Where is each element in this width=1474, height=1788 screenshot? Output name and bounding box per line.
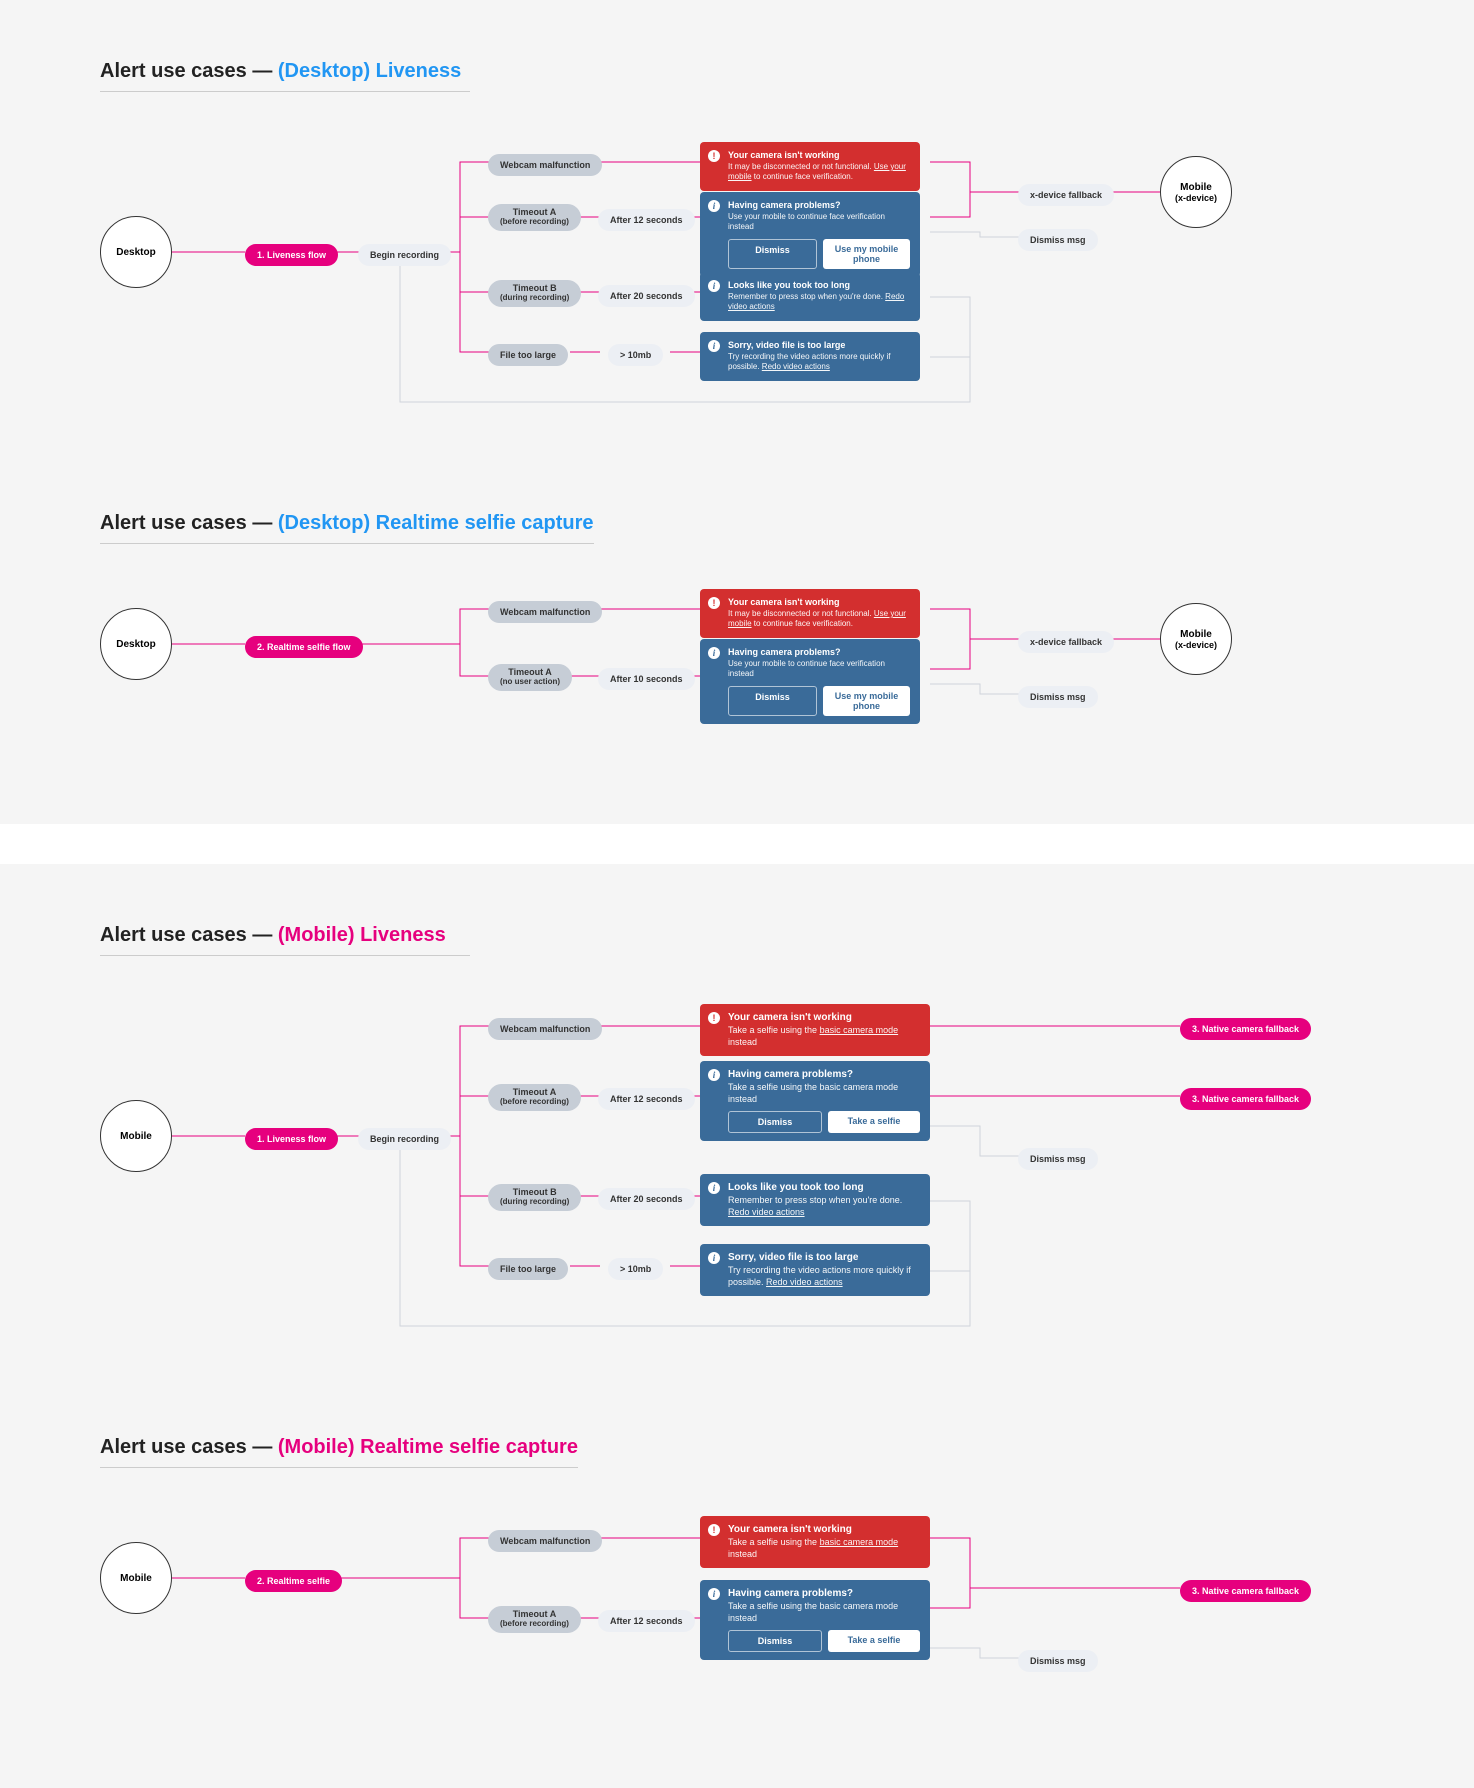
section-title: Alert use cases — (Desktop) Liveness <box>100 60 470 92</box>
node-timeout-a: Timeout A(before recording) <box>488 1084 581 1111</box>
alert-camera-not-working: Your camera isn't working Take a selfie … <box>700 1004 930 1056</box>
dismiss-button[interactable]: Dismiss <box>728 239 817 269</box>
use-mobile-button[interactable]: Use my mobile phone <box>823 239 910 269</box>
title-accent: (Mobile) Realtime selfie capture <box>278 1436 578 1458</box>
node-begin-recording: Begin recording <box>358 244 451 266</box>
title-accent: (Desktop) Realtime selfie capture <box>278 512 594 534</box>
section-title: Alert use cases — (Mobile) Liveness <box>100 924 470 956</box>
node-start-desktop: Desktop <box>100 216 172 288</box>
link-redo[interactable]: Redo video actions <box>728 1207 805 1217</box>
node-start-mobile: Mobile <box>100 1100 172 1172</box>
link-basic-camera[interactable]: basic camera mode <box>820 1025 899 1035</box>
section-title: Alert use cases — (Desktop) Realtime sel… <box>100 512 594 544</box>
node-dismiss-msg: Dismiss msg <box>1018 229 1098 251</box>
alert-camera-problems: Having camera problems? Take a selfie us… <box>700 1580 930 1660</box>
node-webcam-malfunction: Webcam malfunction <box>488 1530 602 1552</box>
alert-file-too-large: Sorry, video file is too large Try recor… <box>700 1244 930 1296</box>
alert-camera-not-working: Your camera isn't working It may be disc… <box>700 142 920 191</box>
node-start-desktop: Desktop <box>100 608 172 680</box>
title-accent: (Mobile) Liveness <box>278 924 446 946</box>
error-icon <box>708 597 720 609</box>
node-dismiss-msg: Dismiss msg <box>1018 1148 1098 1170</box>
error-icon <box>708 150 720 162</box>
info-icon <box>708 1069 720 1081</box>
node-end-mobile: Mobile(x-device) <box>1160 603 1232 675</box>
error-icon <box>708 1012 720 1024</box>
node-native-fallback: 3. Native camera fallback <box>1180 1018 1311 1040</box>
node-timeout-a: Timeout A(no user action) <box>488 664 572 691</box>
info-icon <box>708 1588 720 1600</box>
node-end-mobile: Mobile(x-device) <box>1160 156 1232 228</box>
node-xdevice-fallback: x-device fallback <box>1018 184 1114 206</box>
title-prefix: Alert use cases — <box>100 512 278 534</box>
node-flow: 1. Liveness flow <box>245 244 338 266</box>
node-flow: 2. Realtime selfie flow <box>245 636 363 658</box>
alert-took-too-long: Looks like you took too long Remember to… <box>700 272 920 321</box>
info-icon <box>708 200 720 212</box>
node-flow: 2. Realtime selfie <box>245 1570 342 1592</box>
title-prefix: Alert use cases — <box>100 1436 278 1458</box>
pill-timeout-b: After 20 seconds <box>598 285 695 307</box>
alert-camera-not-working: Your camera isn't working Take a selfie … <box>700 1516 930 1568</box>
node-flow: 1. Liveness flow <box>245 1128 338 1150</box>
node-webcam-malfunction: Webcam malfunction <box>488 601 602 623</box>
alert-took-too-long: Looks like you took too long Remember to… <box>700 1174 930 1226</box>
alert-camera-problems: Having camera problems? Use your mobile … <box>700 192 920 277</box>
alert-camera-problems: Having camera problems? Use your mobile … <box>700 639 920 724</box>
pill-timeout-a: After 12 seconds <box>598 1088 695 1110</box>
pill-file-size: > 10mb <box>608 1258 663 1280</box>
node-file-too-large: File too large <box>488 1258 568 1280</box>
use-mobile-button[interactable]: Use my mobile phone <box>823 686 910 716</box>
node-timeout-b: Timeout B(during recording) <box>488 1184 581 1211</box>
alert-camera-not-working: Your camera isn't working It may be disc… <box>700 589 920 638</box>
info-icon <box>708 647 720 659</box>
node-start-mobile: Mobile <box>100 1542 172 1614</box>
dismiss-button[interactable]: Dismiss <box>728 1111 822 1133</box>
flow-mobile-selfie: Mobile 2. Realtime selfie Webcam malfunc… <box>100 1508 1374 1708</box>
info-icon <box>708 1252 720 1264</box>
node-file-too-large: File too large <box>488 344 568 366</box>
pill-timeout-a: After 12 seconds <box>598 1610 695 1632</box>
info-icon <box>708 280 720 292</box>
dismiss-button[interactable]: Dismiss <box>728 686 817 716</box>
section-title: Alert use cases — (Mobile) Realtime self… <box>100 1436 578 1468</box>
info-icon <box>708 1182 720 1194</box>
title-accent: (Desktop) Liveness <box>278 60 461 82</box>
dismiss-button[interactable]: Dismiss <box>728 1630 822 1652</box>
alert-camera-problems: Having camera problems? Take a selfie us… <box>700 1061 930 1141</box>
node-xdevice-fallback: x-device fallback <box>1018 631 1114 653</box>
pill-timeout-b: After 20 seconds <box>598 1188 695 1210</box>
node-timeout-a: Timeout A(before recording) <box>488 204 581 231</box>
node-begin-recording: Begin recording <box>358 1128 451 1150</box>
link-redo[interactable]: Redo video actions <box>766 1277 843 1287</box>
node-webcam-malfunction: Webcam malfunction <box>488 1018 602 1040</box>
link-redo[interactable]: Redo video actions <box>762 362 830 371</box>
pill-timeout-a: After 10 seconds <box>598 668 695 690</box>
node-webcam-malfunction: Webcam malfunction <box>488 154 602 176</box>
flow-desktop-selfie: Desktop 2. Realtime selfie flow Webcam m… <box>100 584 1374 744</box>
title-prefix: Alert use cases — <box>100 924 278 946</box>
take-selfie-button[interactable]: Take a selfie <box>828 1630 920 1652</box>
pill-timeout-a: After 12 seconds <box>598 209 695 231</box>
error-icon <box>708 1524 720 1536</box>
alert-file-too-large: Sorry, video file is too large Try recor… <box>700 332 920 381</box>
flow-mobile-liveness: Mobile 1. Liveness flow Begin recording … <box>100 996 1374 1376</box>
node-timeout-b: Timeout B(during recording) <box>488 280 581 307</box>
node-native-fallback: 3. Native camera fallback <box>1180 1088 1311 1110</box>
title-prefix: Alert use cases — <box>100 60 278 82</box>
pill-file-size: > 10mb <box>608 344 663 366</box>
take-selfie-button[interactable]: Take a selfie <box>828 1111 920 1133</box>
flow-desktop-liveness: Desktop 1. Liveness flow Begin recording… <box>100 132 1374 452</box>
link-basic-camera[interactable]: basic camera mode <box>820 1537 899 1547</box>
node-dismiss-msg: Dismiss msg <box>1018 1650 1098 1672</box>
node-timeout-a: Timeout A(before recording) <box>488 1606 581 1633</box>
info-icon <box>708 340 720 352</box>
node-dismiss-msg: Dismiss msg <box>1018 686 1098 708</box>
node-native-fallback: 3. Native camera fallback <box>1180 1580 1311 1602</box>
